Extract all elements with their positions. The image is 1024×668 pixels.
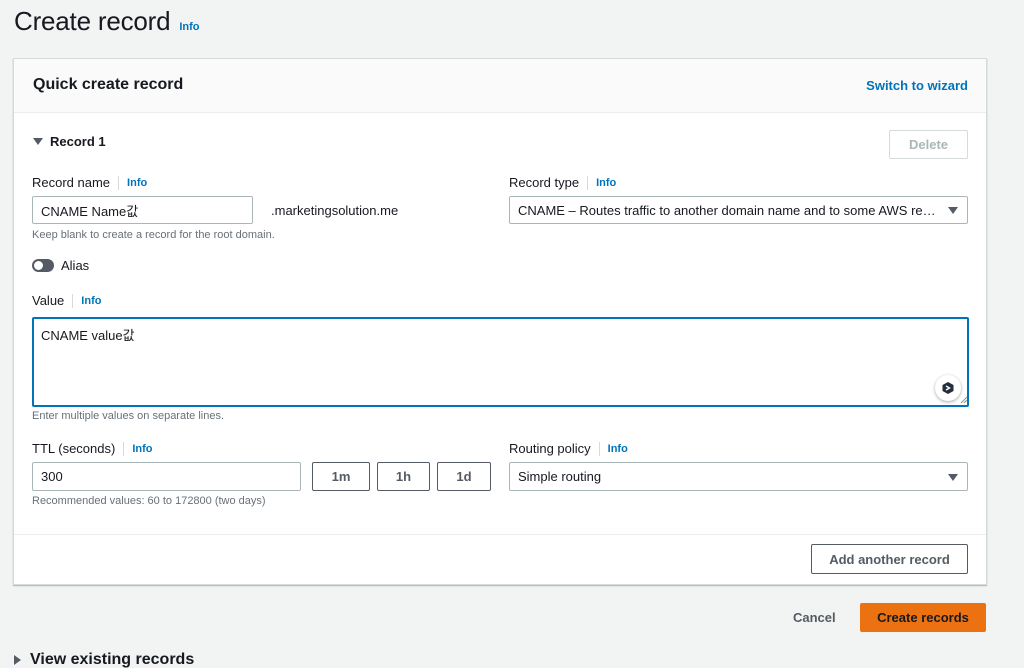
record-name-input[interactable]: CNAME Name값	[32, 196, 253, 224]
page-title-row: Create record Info	[14, 6, 200, 37]
record-name-label-row: Record name Info	[32, 175, 147, 190]
ttl-info-link[interactable]: Info	[132, 443, 152, 455]
dropdown-triangle-icon	[948, 473, 958, 481]
routing-policy-selected: Simple routing	[518, 469, 602, 484]
record-name-hint: Keep blank to create a record for the ro…	[32, 229, 275, 241]
record-type-select[interactable]: CNAME – Routes traffic to another domain…	[509, 196, 968, 224]
record-1-toggle[interactable]: Record 1	[33, 134, 106, 149]
create-records-button[interactable]: Create records	[860, 603, 986, 632]
label-divider	[72, 293, 74, 308]
delete-button[interactable]: Delete	[889, 130, 968, 159]
page-title-info-link[interactable]: Info	[179, 21, 199, 33]
resize-grip-icon[interactable]	[960, 396, 968, 404]
assistant-icon[interactable]	[935, 375, 961, 401]
ttl-label: TTL (seconds)	[32, 441, 116, 456]
caret-down-icon	[33, 138, 43, 145]
ttl-label-row: TTL (seconds) Info	[32, 441, 153, 456]
view-existing-records-toggle[interactable]: View existing records	[14, 651, 194, 668]
quick-create-panel: Quick create record Switch to wizard Rec…	[13, 58, 987, 585]
value-textarea[interactable]: CNAME value값	[32, 317, 969, 407]
value-label: Value	[32, 293, 65, 308]
value-hint: Enter multiple values on separate lines.	[32, 410, 224, 422]
record-type-label-row: Record type Info	[509, 175, 616, 190]
routing-policy-label-row: Routing policy Info	[509, 441, 628, 456]
switch-to-wizard-link[interactable]: Switch to wizard	[866, 78, 968, 93]
add-another-record-button[interactable]: Add another record	[811, 544, 968, 574]
routing-policy-info-link[interactable]: Info	[608, 443, 628, 455]
value-label-row: Value Info	[32, 293, 101, 308]
panel-title: Quick create record	[33, 76, 184, 93]
label-divider	[598, 441, 600, 456]
view-existing-records-label: View existing records	[30, 651, 195, 668]
panel-header: Quick create record Switch to wizard	[14, 59, 986, 113]
toggle-knob	[34, 261, 43, 270]
value-info-link[interactable]: Info	[81, 295, 101, 307]
dropdown-triangle-icon	[948, 207, 958, 214]
routing-policy-select[interactable]: Simple routing	[509, 462, 968, 491]
alias-toggle[interactable]	[32, 259, 54, 272]
ttl-input[interactable]: 300	[32, 462, 301, 491]
caret-right-icon	[14, 655, 21, 665]
panel-divider	[14, 534, 986, 535]
record-type-selected: CNAME – Routes traffic to another domain…	[518, 202, 939, 218]
ttl-1d-button[interactable]: 1d	[437, 462, 491, 491]
record-type-info-link[interactable]: Info	[596, 177, 616, 189]
cancel-button[interactable]: Cancel	[793, 610, 836, 625]
ttl-hint: Recommended values: 60 to 172800 (two da…	[32, 495, 266, 507]
record-1-label: Record 1	[50, 134, 106, 149]
record-name-info-link[interactable]: Info	[127, 177, 147, 189]
record-type-label: Record type	[509, 175, 580, 190]
ttl-1m-button[interactable]: 1m	[312, 462, 370, 491]
ttl-1h-button[interactable]: 1h	[377, 462, 430, 491]
label-divider	[587, 175, 589, 190]
label-divider	[123, 441, 125, 456]
routing-policy-label: Routing policy	[509, 441, 591, 456]
domain-suffix: .marketingsolution.me	[271, 203, 399, 218]
page-title: Create record	[14, 6, 171, 36]
label-divider	[118, 175, 120, 190]
alias-label: Alias	[61, 258, 90, 273]
record-name-label: Record name	[32, 175, 111, 190]
